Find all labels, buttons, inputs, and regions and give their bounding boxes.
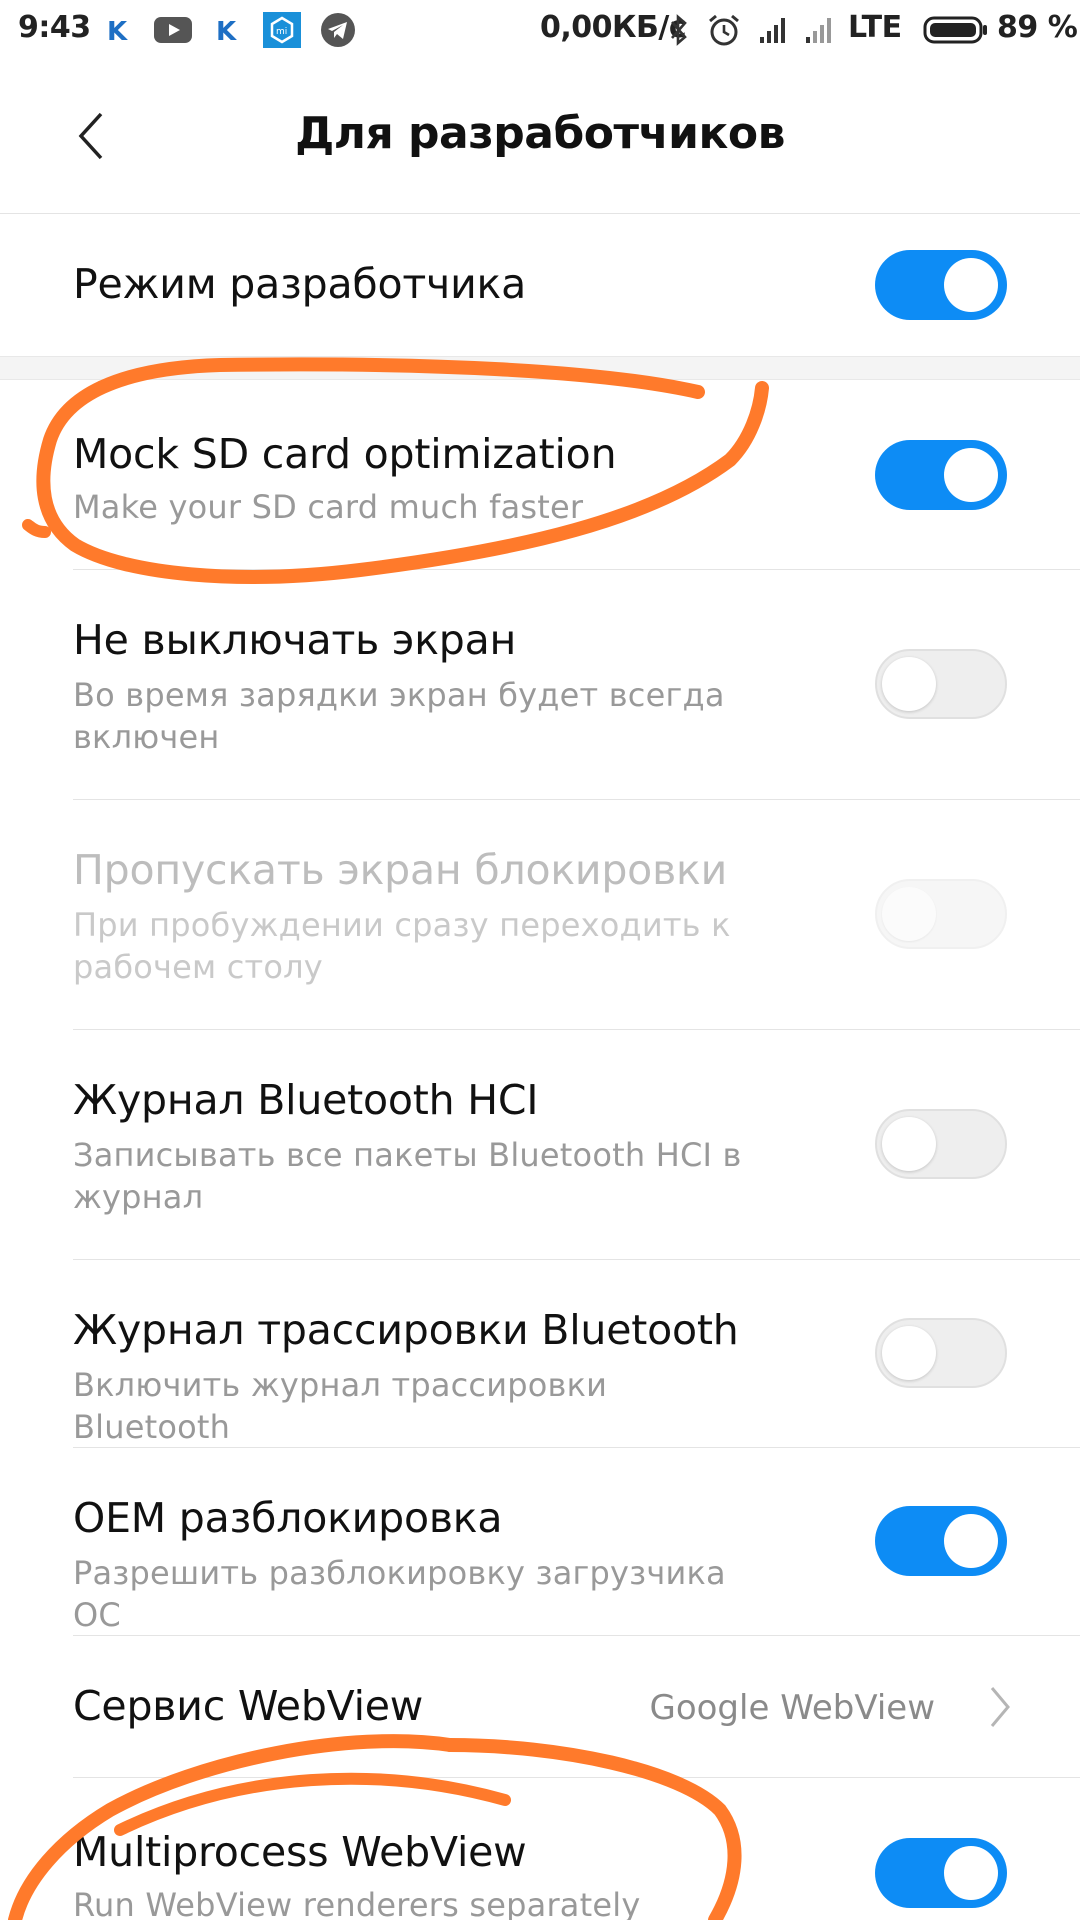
setting-bluetooth-hci-log[interactable]: Журнал Bluetooth HCI Записывать все паке… [0,1030,1080,1260]
setting-bluetooth-trace-log[interactable]: Журнал трассировки Bluetooth Включить жу… [0,1260,1080,1448]
section-divider [0,356,1080,380]
setting-subtitle: Во время зарядки экран будет всегда вклю… [73,676,725,756]
setting-subtitle: Разрешить разблокировку загрузчика ОС [73,1554,726,1634]
chevron-right-icon [990,1687,1010,1727]
setting-title: OEM разблокировка [73,1494,503,1542]
setting-oem-unlock[interactable]: OEM разблокировка Разрешить разблокировк… [0,1448,1080,1636]
svg-text:K: K [216,17,237,44]
setting-multiprocess-webview[interactable]: Multiprocess WebView Run WebView rendere… [0,1778,1080,1920]
setting-stay-awake[interactable]: Не выключать экран Во время зарядки экра… [0,570,1080,800]
setting-title: Mock SD card optimization [73,430,617,478]
setting-subtitle: Run WebView renderers separately [73,1886,641,1920]
alarm-icon [705,12,743,48]
setting-title: Пропускать экран блокировки [73,846,728,894]
setting-subtitle: Включить журнал трассировки Bluetooth [73,1366,608,1446]
setting-title: Режим разработчика [73,260,527,308]
network-type: LTE [848,10,902,45]
app-header: Для разработчиков [0,60,1080,214]
telegram-icon [318,12,358,48]
setting-mock-sd-card[interactable]: Mock SD card optimization Make your SD c… [0,380,1080,570]
bluetooth-hci-toggle[interactable] [875,1109,1007,1179]
status-time: 9:43 [18,10,91,45]
youtube-icon [152,12,194,48]
signal-icon [803,12,837,48]
setting-developer-mode[interactable]: Режим разработчика [0,214,1080,356]
svg-text:mi: mi [276,27,287,37]
signal-icon [757,12,791,48]
setting-title: Журнал Bluetooth HCI [73,1076,539,1124]
skip-lock-screen-toggle[interactable] [875,879,1007,949]
webview-service-value: Google WebView [649,1688,935,1728]
bluetooth-icon [665,12,693,48]
setting-webview-service[interactable]: Сервис WebView Google WebView [0,1636,1080,1778]
battery-icon [922,12,990,48]
multiprocess-webview-toggle[interactable] [875,1838,1007,1908]
k-app-icon: K [212,12,242,48]
page-title: Для разработчиков [295,108,785,159]
mock-sd-card-toggle[interactable] [875,440,1007,510]
oem-unlock-toggle[interactable] [875,1506,1007,1576]
setting-subtitle: При пробуждении сразу переходить к рабоч… [73,906,731,986]
setting-subtitle: Make your SD card much faster [73,488,584,526]
status-bar: 9:43 K K mi 0,00КБ/с LTE 89 % [0,0,1080,60]
k-app-icon: K [103,12,133,48]
setting-title: Журнал трассировки Bluetooth [73,1306,739,1354]
setting-skip-lock-screen[interactable]: Пропускать экран блокировки При пробужде… [0,800,1080,1030]
setting-title: Не выключать экран [73,616,517,664]
battery-percent: 89 % [997,10,1078,45]
developer-mode-toggle[interactable] [875,250,1007,320]
mi-store-icon: mi [262,12,302,48]
setting-title: Сервис WebView [73,1682,424,1730]
bluetooth-trace-toggle[interactable] [875,1318,1007,1388]
stay-awake-toggle[interactable] [875,649,1007,719]
svg-text:K: K [107,17,128,44]
setting-subtitle: Записывать все пакеты Bluetooth HCI в жу… [73,1136,742,1216]
setting-title: Multiprocess WebView [73,1828,527,1876]
